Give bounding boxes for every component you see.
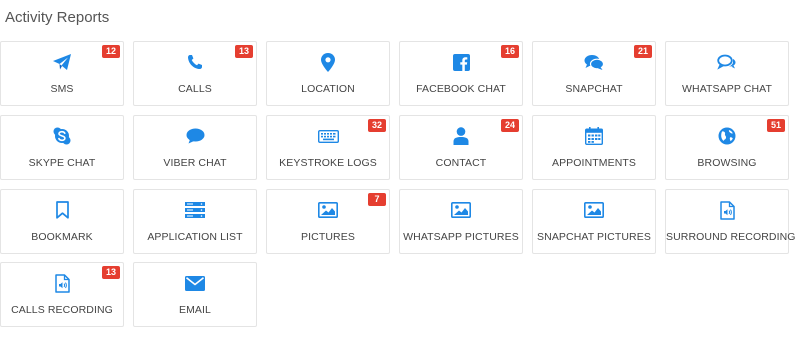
- tile-contact[interactable]: CONTACT 24: [399, 115, 523, 180]
- bookmark-icon: [51, 200, 73, 220]
- picture-icon: [450, 200, 472, 220]
- tile-pictures[interactable]: PICTURES 7: [266, 189, 390, 254]
- tile-viber-chat[interactable]: VIBER CHAT: [133, 115, 257, 180]
- map-pin-icon: [317, 52, 339, 72]
- count-badge: 16: [501, 45, 519, 58]
- tile-label: APPLICATION LIST: [147, 231, 243, 243]
- activity-reports-grid: SMS 12 CALLS 13 LOCATION FACEBOOK CHAT 1…: [0, 0, 800, 337]
- user-icon: [450, 126, 472, 146]
- tile-label: SKYPE CHAT: [28, 157, 96, 169]
- skype-icon: [51, 126, 73, 146]
- tile-email[interactable]: EMAIL: [133, 262, 257, 327]
- tile-surround-recording[interactable]: SURROUND RECORDING: [665, 189, 796, 254]
- tile-bookmark[interactable]: BOOKMARK: [0, 189, 124, 254]
- audio-file-icon: [716, 200, 738, 220]
- tile-calls[interactable]: CALLS 13: [133, 41, 257, 106]
- tile-skype-chat[interactable]: SKYPE CHAT: [0, 115, 124, 180]
- count-badge: 51: [767, 119, 785, 132]
- tile-label: WHATSAPP CHAT: [682, 83, 772, 95]
- count-badge: 13: [235, 45, 253, 58]
- count-badge: 24: [501, 119, 519, 132]
- chat-bubbles-icon: [583, 52, 605, 72]
- tile-label: VIBER CHAT: [163, 157, 227, 169]
- tile-label: SNAPCHAT PICTURES: [537, 231, 651, 243]
- tile-label: SURROUND RECORDING: [666, 231, 796, 243]
- tile-snapchat[interactable]: SNAPCHAT 21: [532, 41, 656, 106]
- tile-label: BOOKMARK: [31, 231, 93, 243]
- tile-label: APPOINTMENTS: [551, 157, 637, 169]
- tile-label: KEYSTROKE LOGS: [279, 157, 377, 169]
- picture-icon: [583, 200, 605, 220]
- globe-icon: [716, 126, 738, 146]
- server-list-icon: [184, 200, 206, 220]
- tile-facebook-chat[interactable]: FACEBOOK CHAT 16: [399, 41, 523, 106]
- keyboard-icon: [317, 126, 339, 146]
- audio-file-icon: [51, 273, 73, 293]
- speech-bubble-icon: [184, 126, 206, 146]
- picture-icon: [317, 200, 339, 220]
- tile-browsing[interactable]: BROWSING 51: [665, 115, 789, 180]
- tile-label: SMS: [50, 83, 74, 95]
- tile-snapchat-pictures[interactable]: SNAPCHAT PICTURES: [532, 189, 656, 254]
- tile-label: FACEBOOK CHAT: [416, 83, 506, 95]
- tile-keystroke-logs[interactable]: KEYSTROKE LOGS 32: [266, 115, 390, 180]
- count-badge: 13: [102, 266, 120, 279]
- tile-whatsapp-pictures[interactable]: WHATSAPP PICTURES: [399, 189, 523, 254]
- count-badge: 21: [634, 45, 652, 58]
- tile-application-list[interactable]: APPLICATION LIST: [133, 189, 257, 254]
- tile-label: BROWSING: [697, 157, 757, 169]
- paper-plane-icon: [51, 52, 73, 72]
- tile-label: SNAPCHAT: [565, 83, 623, 95]
- tile-appointments[interactable]: APPOINTMENTS: [532, 115, 656, 180]
- tile-label: PICTURES: [301, 231, 355, 243]
- count-badge: 12: [102, 45, 120, 58]
- envelope-icon: [184, 273, 206, 293]
- count-badge: 32: [368, 119, 386, 132]
- facebook-icon: [450, 52, 472, 72]
- tile-label: CALLS: [178, 83, 212, 95]
- tile-whatsapp-chat[interactable]: WHATSAPP CHAT: [665, 41, 789, 106]
- tile-label: WHATSAPP PICTURES: [403, 231, 519, 243]
- count-badge: 7: [368, 193, 386, 206]
- tile-label: CONTACT: [435, 157, 487, 169]
- tile-label: EMAIL: [178, 304, 211, 316]
- tile-sms[interactable]: SMS 12: [0, 41, 124, 106]
- calendar-icon: [583, 126, 605, 146]
- phone-icon: [184, 52, 206, 72]
- tile-label: LOCATION: [301, 83, 355, 95]
- tile-location[interactable]: LOCATION: [266, 41, 390, 106]
- tile-label: CALLS RECORDING: [11, 304, 113, 316]
- chat-bubbles-outline-icon: [716, 52, 738, 72]
- tile-calls-recording[interactable]: CALLS RECORDING 13: [0, 262, 124, 327]
